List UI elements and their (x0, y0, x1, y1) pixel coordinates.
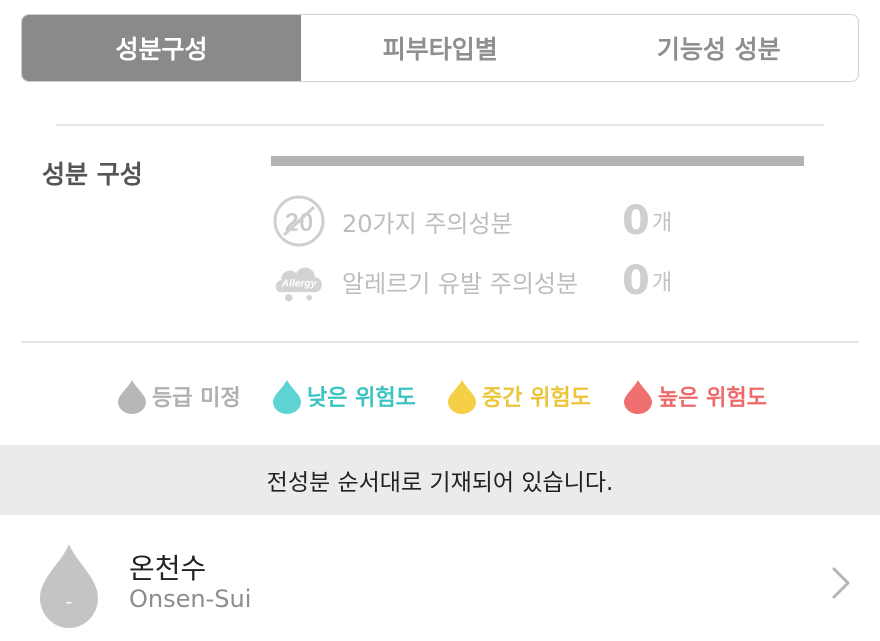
stat-count: 0 (622, 258, 650, 304)
stat-unit: 개 (652, 211, 673, 236)
ingredient-name-en: Onsen-Sui (129, 585, 252, 613)
legend-label: 낮은 위험도 (307, 386, 416, 411)
legend-label: 중간 위험도 (482, 386, 591, 411)
legend-label: 높은 위험도 (658, 386, 767, 411)
divider (21, 341, 859, 343)
stat-count: 0 (622, 198, 650, 244)
stat-unit: 개 (652, 271, 673, 296)
legend-item-high: 높은 위험도 (622, 378, 767, 414)
ingredient-order-notice: 전성분 순서대로 기재되어 있습니다. (0, 445, 880, 515)
legend-label: 등급 미정 (152, 386, 241, 411)
section-title: 성분 구성 (42, 160, 143, 189)
legend-item-medium: 중간 위험도 (446, 378, 591, 414)
drop-yellow-icon (448, 380, 476, 414)
tab-composition[interactable]: 성분구성 (22, 15, 301, 81)
stat-row-allergy: Allergy 알레르기 유발 주의성분 0 개 (272, 255, 692, 307)
legend-item-low: 낮은 위험도 (271, 378, 416, 414)
allergy-icon-text: Allergy (281, 279, 318, 290)
stat-label: 알레르기 유발 주의성분 (342, 269, 579, 298)
grade-value: - (66, 591, 73, 613)
allergy-cloud-icon: Allergy (272, 255, 326, 307)
legend-item-undetermined: 등급 미정 (116, 378, 241, 414)
drop-gray-icon (118, 380, 146, 414)
tab-bar: 성분구성 피부타입별 기능성 성분 (21, 14, 859, 82)
drop-teal-icon (273, 380, 301, 414)
tab-skin-type[interactable]: 피부타입별 (301, 15, 580, 81)
composition-bar (271, 156, 804, 166)
divider (56, 124, 824, 126)
ingredient-row[interactable]: - 온천수 Onsen-Sui (0, 515, 880, 641)
ingredient-name: 온천수 (129, 552, 207, 585)
tab-functional[interactable]: 기능성 성분 (580, 15, 859, 81)
drop-red-icon (624, 380, 652, 414)
stat-row-twenty: 20 20가지 주의성분 0 개 (272, 195, 692, 247)
stat-label: 20가지 주의성분 (342, 209, 513, 238)
twenty-badge-icon: 20 (272, 195, 326, 247)
chevron-right-icon (832, 567, 850, 599)
grade-drop-icon: - (40, 544, 98, 628)
